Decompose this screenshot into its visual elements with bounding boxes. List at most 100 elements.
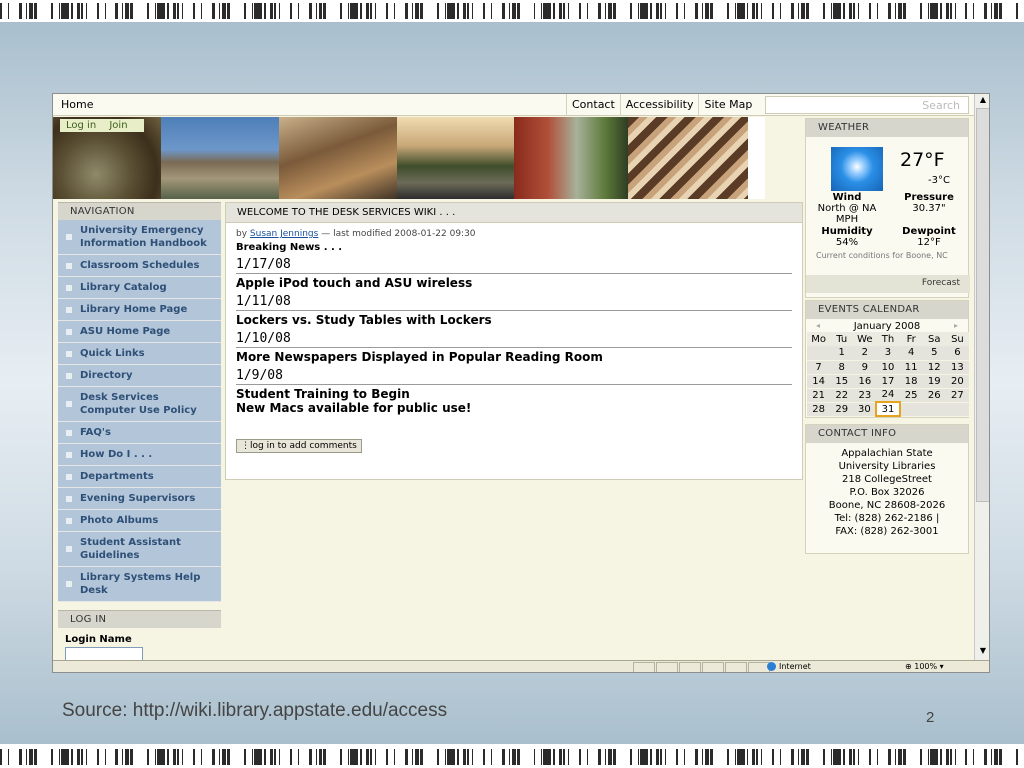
chevron-down-icon: ▾ bbox=[937, 662, 944, 671]
wind-label: Wind bbox=[832, 192, 862, 203]
calendar-day[interactable]: 2 bbox=[853, 346, 877, 361]
nav-item-label: ASU Home Page bbox=[80, 326, 171, 337]
contact-info-portlet: CONTACT INFO Appalachian State University… bbox=[805, 424, 969, 554]
bullet-icon bbox=[66, 452, 72, 458]
calendar-day[interactable]: 23 bbox=[853, 388, 877, 403]
banner-photo-staircase bbox=[628, 117, 748, 199]
nav-item-classroom-schedules[interactable]: Classroom Schedules bbox=[58, 255, 221, 277]
nav-item-asu-home-page[interactable]: ASU Home Page bbox=[58, 321, 221, 343]
nav-item-library-home-page[interactable]: Library Home Page bbox=[58, 299, 221, 321]
add-comment-button[interactable]: ⋮log in to add comments bbox=[236, 439, 362, 453]
calendar-day[interactable]: 29 bbox=[830, 402, 854, 417]
calendar-day[interactable]: 3 bbox=[876, 346, 900, 361]
calendar-day[interactable]: 1 bbox=[830, 346, 854, 361]
calendar-day[interactable]: 22 bbox=[830, 388, 854, 403]
scroll-down-icon[interactable]: ▼ bbox=[977, 646, 989, 658]
calendar-day[interactable]: 27 bbox=[945, 388, 969, 403]
nav-item-label: Desk Services Computer Use Policy bbox=[80, 392, 197, 416]
nav-item-label: Library Catalog bbox=[80, 282, 167, 293]
calendar-day[interactable]: 12 bbox=[922, 360, 946, 375]
nav-item-label: Evening Supervisors bbox=[80, 493, 196, 504]
site-map-link[interactable]: Site Map bbox=[698, 94, 757, 116]
calendar-day[interactable]: 16 bbox=[853, 374, 877, 389]
calendar-day[interactable]: 6 bbox=[945, 346, 969, 361]
wind-value: North @ NA MPH bbox=[817, 203, 877, 225]
calendar-day[interactable]: 17 bbox=[876, 374, 900, 389]
scrollbar-thumb[interactable] bbox=[976, 108, 989, 502]
calendar-day[interactable]: 8 bbox=[830, 360, 854, 375]
home-link[interactable]: Home bbox=[61, 98, 93, 111]
login-link[interactable]: Log in bbox=[66, 120, 96, 131]
nav-item-library-systems-help-desk[interactable]: Library Systems Help Desk bbox=[58, 567, 221, 602]
banner-photo-building bbox=[161, 117, 279, 199]
scroll-up-icon[interactable]: ▲ bbox=[977, 95, 989, 107]
calendar-day[interactable]: 11 bbox=[899, 360, 923, 375]
nav-item-student-assistant-guidelines[interactable]: Student Assistant Guidelines bbox=[58, 532, 221, 567]
calendar-day[interactable]: 30 bbox=[853, 402, 877, 417]
weekday-header: We bbox=[853, 332, 877, 346]
contact-link[interactable]: Contact bbox=[566, 94, 620, 116]
forecast-link[interactable]: Forecast bbox=[806, 275, 970, 293]
nav-item-label: University Emergency Information Handboo… bbox=[80, 225, 207, 249]
calendar-day[interactable]: 15 bbox=[830, 374, 854, 389]
nav-item-how-do-i[interactable]: How Do I . . . bbox=[58, 444, 221, 466]
calendar-day[interactable]: 9 bbox=[853, 360, 877, 375]
bullet-icon bbox=[66, 373, 72, 379]
calendar-day[interactable]: 10 bbox=[876, 360, 900, 375]
join-link[interactable]: Join bbox=[109, 120, 127, 131]
globe-icon bbox=[767, 662, 776, 671]
calendar-day[interactable]: 26 bbox=[922, 388, 946, 403]
nav-item-photo-albums[interactable]: Photo Albums bbox=[58, 510, 221, 532]
nav-item-emergency-handbook[interactable]: University Emergency Information Handboo… bbox=[58, 220, 221, 255]
banner-photo-walkway bbox=[514, 117, 628, 199]
calendar-day[interactable]: 7 bbox=[807, 360, 831, 375]
contact-line: FAX: (828) 262-3001 bbox=[835, 526, 939, 537]
nav-item-quick-links[interactable]: Quick Links bbox=[58, 343, 221, 365]
calendar-day[interactable]: 14 bbox=[807, 374, 831, 389]
calendar-day[interactable]: 25 bbox=[899, 388, 923, 403]
zoom-level: 100% bbox=[914, 662, 938, 671]
nav-item-computer-use-policy[interactable]: Desk Services Computer Use Policy bbox=[58, 387, 221, 422]
nav-item-departments[interactable]: Departments bbox=[58, 466, 221, 488]
pressure-value: 30.37" bbox=[912, 203, 946, 214]
accessibility-link[interactable]: Accessibility bbox=[619, 94, 699, 116]
calendar-day[interactable]: 20 bbox=[945, 374, 969, 389]
nav-item-faqs[interactable]: FAQ's bbox=[58, 422, 221, 444]
nav-item-label: Student Assistant Guidelines bbox=[80, 537, 181, 561]
barcode-decoration-top bbox=[0, 0, 1024, 22]
weekday-header: Mo bbox=[807, 332, 831, 346]
calendar-day[interactable]: 24 bbox=[876, 388, 900, 403]
vertical-scrollbar[interactable]: ▲ ▼ bbox=[974, 94, 989, 660]
calendar-day[interactable]: 13 bbox=[945, 360, 969, 375]
author-link[interactable]: Susan Jennings bbox=[250, 229, 318, 239]
calendar-day[interactable]: 21 bbox=[807, 388, 831, 403]
zoom-control[interactable]: ⊕ 100% ▾ bbox=[905, 662, 944, 671]
status-panes bbox=[633, 662, 771, 672]
calendar-day[interactable]: 18 bbox=[899, 374, 923, 389]
slide-page-number: 2 bbox=[926, 709, 935, 726]
bullet-icon bbox=[66, 329, 72, 335]
news-title: Student Training to Begin bbox=[236, 387, 410, 401]
bullet-icon bbox=[66, 234, 72, 240]
calendar-day[interactable]: 19 bbox=[922, 374, 946, 389]
login-name-label: Login Name bbox=[65, 634, 132, 645]
previous-month-icon[interactable]: ◂ bbox=[816, 321, 820, 332]
calendar-day[interactable]: 31 bbox=[875, 401, 901, 417]
next-month-icon[interactable]: ▸ bbox=[954, 321, 958, 332]
calendar-day[interactable]: 28 bbox=[807, 402, 831, 417]
calendar-empty-cell bbox=[945, 402, 969, 417]
login-portlet-title: LOG IN bbox=[58, 610, 221, 628]
calendar-day[interactable]: 5 bbox=[922, 346, 946, 361]
dewpoint-label: Dewpoint bbox=[902, 226, 956, 237]
nav-item-evening-supervisors[interactable]: Evening Supervisors bbox=[58, 488, 221, 510]
search-input[interactable]: Search bbox=[765, 96, 969, 114]
contact-line: Appalachian State bbox=[841, 448, 933, 459]
humidity-label: Humidity bbox=[821, 226, 873, 237]
calendar-day[interactable]: 4 bbox=[899, 346, 923, 361]
nav-item-directory[interactable]: Directory bbox=[58, 365, 221, 387]
calendar-grid: Mo Tu We Th Fr Sa Su 1 2 3 4 5 6 7 8 9 10 11 12 13 14 15 16 17… bbox=[807, 332, 969, 417]
bullet-icon bbox=[66, 496, 72, 502]
nav-item-library-catalog[interactable]: Library Catalog bbox=[58, 277, 221, 299]
news-title: More Newspapers Displayed in Popular Rea… bbox=[236, 350, 603, 364]
contact-line: University Libraries bbox=[838, 461, 936, 472]
